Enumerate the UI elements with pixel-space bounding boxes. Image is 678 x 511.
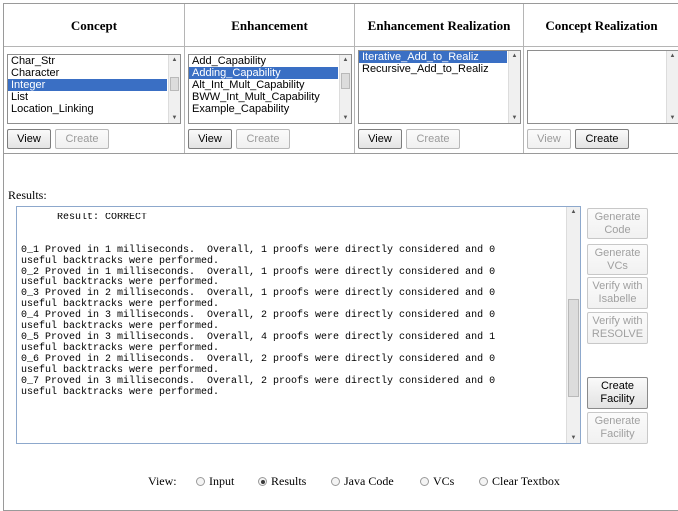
component-browser: Concept Char_Str Character Integer List … (3, 3, 678, 154)
concept-realization-scrollbar[interactable]: ▲ ▼ (666, 51, 678, 123)
radio-icon[interactable] (479, 477, 488, 486)
enhancement-header: Enhancement (185, 4, 355, 47)
scroll-down-icon[interactable]: ▼ (169, 113, 180, 123)
radio-icon[interactable] (331, 477, 340, 486)
concept-listbox[interactable]: Char_Str Character Integer List Location… (7, 54, 181, 124)
concept-realization-column: Concept Realization ▲ ▼ View Create (524, 4, 678, 153)
concept-header: Concept (4, 4, 185, 47)
view-radio-input[interactable]: Input (196, 474, 234, 489)
results-scrollbar[interactable]: ▲ ▼ (566, 207, 580, 443)
list-item[interactable]: Location_Linking (8, 103, 167, 115)
radio-icon[interactable] (420, 477, 429, 486)
radio-selected-icon[interactable] (258, 477, 267, 486)
scroll-down-icon[interactable]: ▼ (509, 113, 520, 123)
view-radio-vcs[interactable]: VCs (420, 474, 454, 489)
scroll-up-icon[interactable]: ▲ (169, 55, 180, 65)
radio-icon[interactable] (196, 477, 205, 486)
view-options: View: Input Results Java Code VCs Clear … (0, 474, 678, 490)
enhancement-realization-scrollbar[interactable]: ▲ ▼ (508, 51, 520, 123)
enhancement-view-button[interactable]: View (188, 129, 232, 149)
view-radio-java-code[interactable]: Java Code (331, 474, 394, 489)
results-textbox[interactable]: Result: CORRECT 0_1 Proved in 1 millisec… (16, 206, 581, 444)
create-facility-button[interactable]: Create Facility (587, 377, 648, 409)
scroll-thumb[interactable] (568, 299, 579, 397)
enhancement-realization-listbox[interactable]: Iterative_Add_to_Realiz Recursive_Add_to… (358, 50, 521, 124)
enhancement-scrollbar[interactable]: ▲ ▼ (339, 55, 351, 123)
concept-create-button[interactable]: Create (55, 129, 109, 149)
list-item[interactable]: BWW_Int_Mult_Capability (189, 91, 338, 103)
list-item[interactable]: Alt_Int_Mult_Capability (189, 79, 338, 91)
view-label: View: (148, 474, 177, 488)
enhancement-realization-create-button[interactable]: Create (406, 129, 460, 149)
scroll-thumb[interactable] (341, 73, 350, 89)
enhancement-realization-column: Enhancement Realization Iterative_Add_to… (355, 4, 524, 153)
list-item[interactable]: Recursive_Add_to_Realiz (359, 63, 507, 75)
view-radio-clear-textbox[interactable]: Clear Textbox (479, 474, 560, 489)
scroll-thumb[interactable] (170, 77, 179, 91)
generate-vcs-button[interactable]: Generate VCs (587, 244, 648, 275)
generate-code-button[interactable]: Generate Code (587, 208, 648, 239)
enhancement-column: Enhancement Add_Capability Adding_Capabi… (185, 4, 355, 153)
scroll-up-icon[interactable]: ▲ (667, 51, 678, 61)
concept-column: Concept Char_Str Character Integer List … (4, 4, 185, 153)
enhancement-create-button[interactable]: Create (236, 129, 290, 149)
list-item-selected[interactable]: Adding_Capability (189, 67, 338, 79)
concept-realization-view-button[interactable]: View (527, 129, 571, 149)
concept-realization-create-button[interactable]: Create (575, 129, 629, 149)
list-item[interactable]: Add_Capability (189, 55, 338, 67)
verify-resolve-button[interactable]: Verify with RESOLVE (587, 312, 648, 344)
concept-scrollbar[interactable]: ▲ ▼ (168, 55, 180, 123)
scroll-up-icon[interactable]: ▲ (509, 51, 520, 61)
list-item-selected[interactable]: Integer (8, 79, 167, 91)
scroll-down-icon[interactable]: ▼ (667, 113, 678, 123)
list-item[interactable]: Character (8, 67, 167, 79)
list-item[interactable]: Example_Capability (189, 103, 338, 115)
verify-isabelle-button[interactable]: Verify with Isabelle (587, 277, 648, 309)
scroll-up-icon[interactable]: ▲ (567, 207, 580, 217)
enhancement-listbox[interactable]: Add_Capability Adding_Capability Alt_Int… (188, 54, 352, 124)
list-item[interactable]: List (8, 91, 167, 103)
scroll-up-icon[interactable]: ▲ (340, 55, 351, 65)
view-radio-results[interactable]: Results (258, 474, 306, 489)
results-label: Results: (8, 188, 47, 202)
enhancement-realization-header: Enhancement Realization (355, 4, 524, 47)
concept-realization-header: Concept Realization (524, 4, 678, 47)
scroll-down-icon[interactable]: ▼ (567, 433, 580, 443)
generate-facility-button[interactable]: Generate Facility (587, 412, 648, 444)
results-text[interactable]: Result: CORRECT 0_1 Proved in 1 millisec… (21, 213, 564, 443)
enhancement-realization-view-button[interactable]: View (358, 129, 402, 149)
list-item-selected[interactable]: Iterative_Add_to_Realiz (359, 51, 507, 63)
concept-realization-listbox[interactable]: ▲ ▼ (527, 50, 678, 124)
scroll-down-icon[interactable]: ▼ (340, 113, 351, 123)
list-item[interactable]: Char_Str (8, 55, 167, 67)
concept-view-button[interactable]: View (7, 129, 51, 149)
